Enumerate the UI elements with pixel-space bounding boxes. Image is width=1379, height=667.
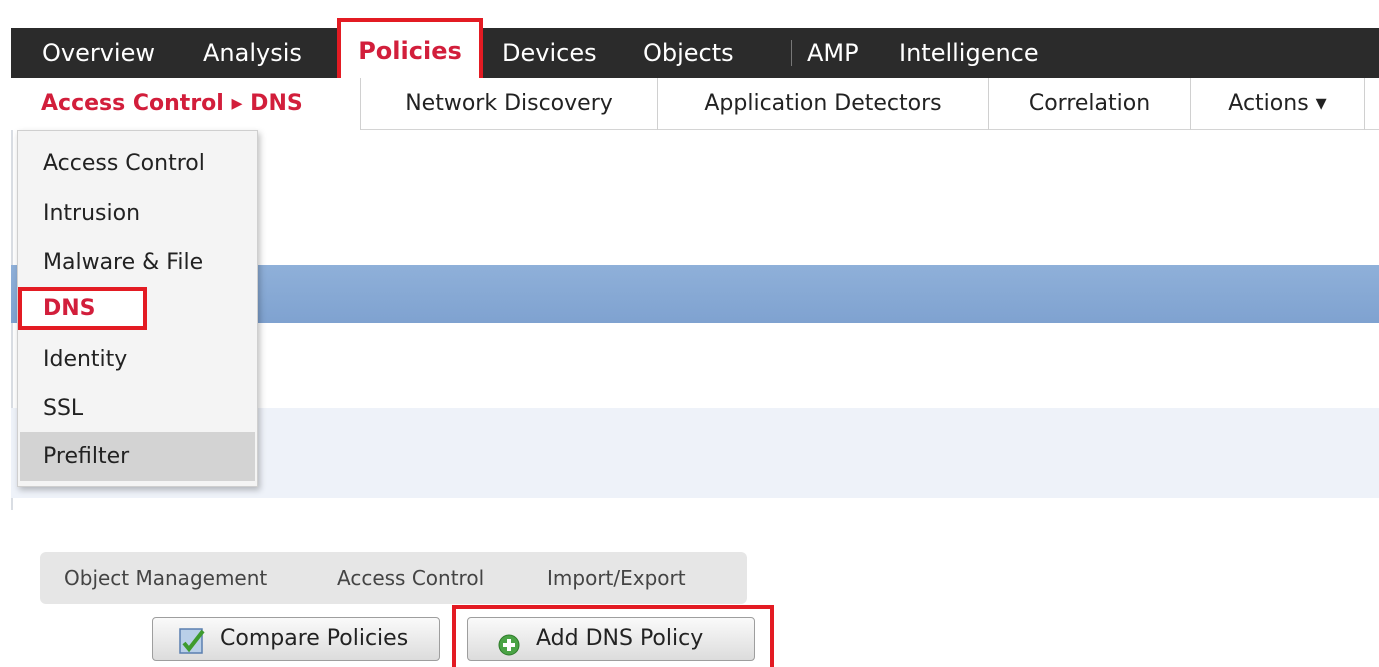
nav-analysis[interactable]: Analysis	[203, 36, 302, 70]
access-control-link[interactable]: Access Control	[337, 552, 484, 604]
subnav-access-control-dns[interactable]: Access Control ▸ DNS	[11, 78, 361, 130]
nav-intelligence[interactable]: Intelligence	[899, 36, 1039, 70]
add-dns-policy-highlight	[452, 605, 774, 667]
nav-objects[interactable]: Objects	[643, 36, 734, 70]
nav-devices[interactable]: Devices	[502, 36, 597, 70]
nav-overview[interactable]: Overview	[42, 36, 155, 70]
policy-toolbar: Object Management Access Control Import/…	[40, 552, 747, 604]
compare-icon	[179, 627, 207, 667]
nav-policies-tab[interactable]: Policies	[337, 18, 483, 78]
import-export-link[interactable]: Import/Export	[547, 552, 686, 604]
menu-item-prefilter[interactable]: Prefilter	[18, 432, 257, 481]
secondary-navigation-bar: Access Control ▸ DNS Network Discovery A…	[11, 78, 1379, 130]
object-management-link[interactable]: Object Management	[64, 552, 267, 604]
nav-policies-label: Policies	[358, 37, 462, 65]
subnav-application-detectors[interactable]: Application Detectors	[658, 78, 989, 130]
subnav-network-discovery[interactable]: Network Discovery	[361, 78, 658, 130]
menu-item-ssl[interactable]: SSL	[18, 384, 257, 433]
compare-policies-label: Compare Policies	[220, 626, 409, 651]
menu-item-dns[interactable]: DNS	[18, 287, 147, 330]
subnav-actions-menu[interactable]: Actions ▾	[1191, 78, 1365, 130]
subnav-correlation[interactable]: Correlation	[989, 78, 1191, 130]
menu-item-malware-file[interactable]: Malware & File	[18, 238, 257, 287]
menu-item-identity[interactable]: Identity	[18, 335, 257, 384]
compare-policies-button[interactable]: Compare Policies	[152, 617, 440, 661]
menu-item-intrusion[interactable]: Intrusion	[18, 189, 257, 238]
menu-item-access-control[interactable]: Access Control	[18, 139, 257, 188]
nav-amp[interactable]: AMP	[807, 36, 859, 70]
menu-item-dns-label: DNS	[43, 296, 96, 321]
top-navigation-bar: Overview Analysis Devices Objects AMP In…	[11, 28, 1379, 78]
nav-divider	[791, 40, 792, 66]
